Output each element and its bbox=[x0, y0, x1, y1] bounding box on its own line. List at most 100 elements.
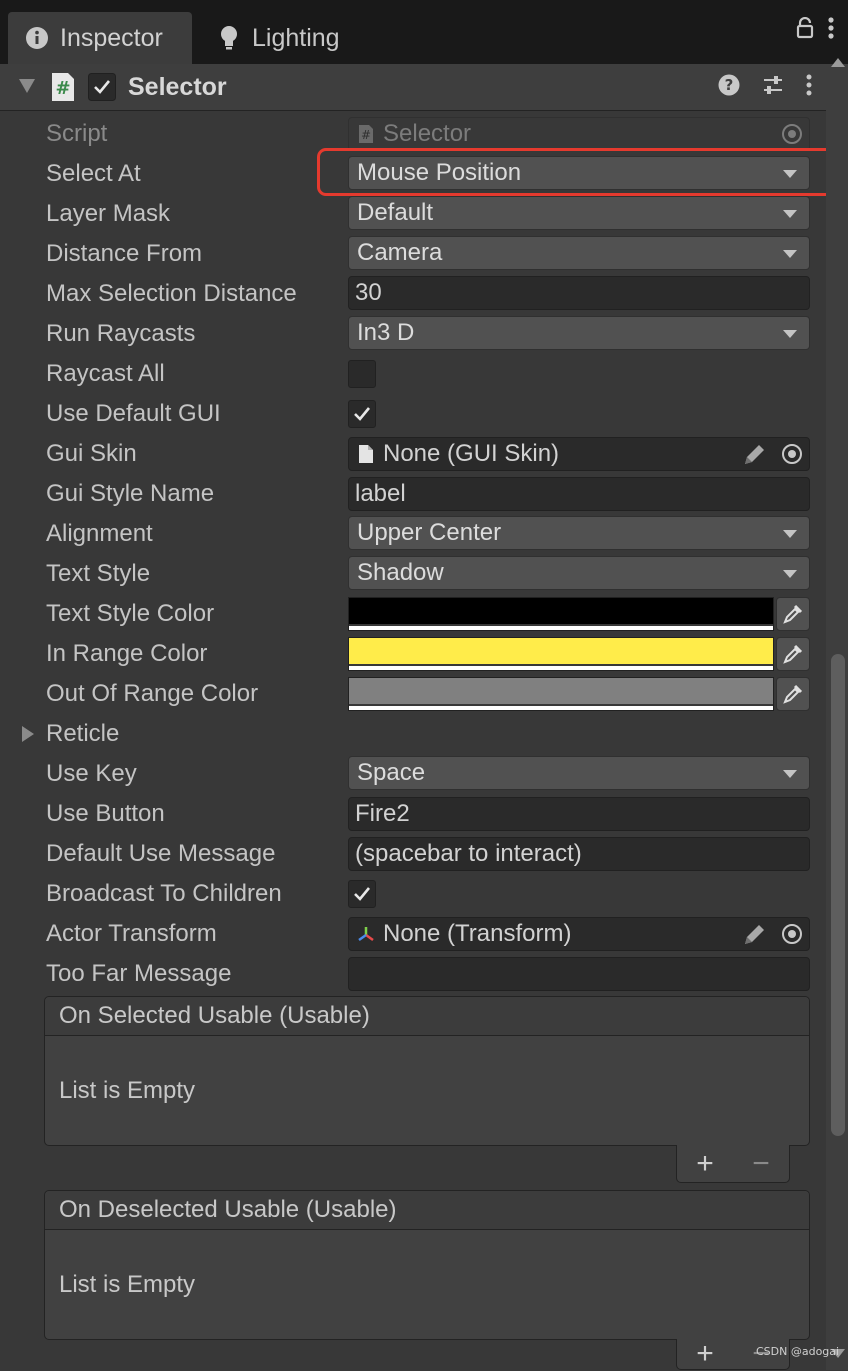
alignment-label: Alignment bbox=[46, 520, 153, 547]
info-icon bbox=[24, 25, 50, 51]
dropdown-arrow-icon bbox=[783, 530, 797, 538]
actor-transform-value: None (Transform) bbox=[383, 920, 572, 947]
script-icon: # bbox=[355, 122, 377, 146]
too-far-message-input[interactable] bbox=[348, 957, 810, 991]
use-button-input[interactable]: Fire2 bbox=[348, 797, 810, 831]
dropdown-arrow-icon bbox=[783, 570, 797, 578]
event-empty-text: List is Empty bbox=[59, 1077, 196, 1104]
on-deselected-usable-event: On Deselected Usable (Usable) List is Em… bbox=[44, 1190, 810, 1340]
annotation-highlight-box bbox=[317, 148, 839, 196]
svg-text:#: # bbox=[361, 128, 371, 142]
color-swatch bbox=[349, 638, 773, 664]
in-range-color-field[interactable] bbox=[348, 637, 774, 671]
foldout-collapsed-icon[interactable] bbox=[22, 726, 34, 742]
component-title: Selector bbox=[128, 73, 227, 101]
distance-from-label: Distance From bbox=[46, 240, 203, 267]
run-raycasts-label: Run Raycasts bbox=[46, 320, 196, 347]
broadcast-to-children-checkbox[interactable] bbox=[348, 880, 376, 908]
component-menu-icon[interactable] bbox=[806, 74, 812, 101]
text-style-value: Shadow bbox=[357, 559, 444, 586]
color-swatch bbox=[349, 678, 773, 704]
eyedropper-icon bbox=[783, 644, 803, 664]
out-of-range-color-field[interactable] bbox=[348, 677, 774, 711]
eyedropper-button[interactable] bbox=[776, 637, 810, 671]
tab-lighting[interactable]: Lighting bbox=[200, 12, 360, 64]
layer-mask-dropdown[interactable]: Default bbox=[348, 196, 810, 230]
alignment-dropdown[interactable]: Upper Center bbox=[348, 516, 810, 550]
alpha-bar bbox=[349, 666, 773, 670]
tab-inspector-label: Inspector bbox=[60, 23, 163, 52]
use-default-gui-label: Use Default GUI bbox=[46, 400, 221, 427]
too-far-message-label: Too Far Message bbox=[46, 960, 232, 987]
svg-text:#: # bbox=[55, 78, 70, 99]
use-key-value: Space bbox=[357, 759, 426, 786]
add-button[interactable]: + bbox=[696, 1147, 714, 1181]
max-selection-distance-input[interactable]: 30 bbox=[348, 276, 810, 310]
use-key-dropdown[interactable]: Space bbox=[348, 756, 810, 790]
tab-bar: Inspector Lighting bbox=[0, 0, 848, 64]
actor-transform-field[interactable]: None (Transform) bbox=[348, 917, 810, 951]
use-key-label: Use Key bbox=[46, 760, 137, 787]
alpha-bar bbox=[349, 706, 773, 710]
script-field: # Selector bbox=[348, 117, 810, 151]
text-style-dropdown[interactable]: Shadow bbox=[348, 556, 810, 590]
gui-skin-label: Gui Skin bbox=[46, 440, 137, 467]
in-range-color-label: In Range Color bbox=[46, 640, 208, 667]
pencil-icon[interactable] bbox=[741, 922, 767, 955]
raycast-all-label: Raycast All bbox=[46, 360, 165, 387]
broadcast-to-children-label: Broadcast To Children bbox=[46, 880, 282, 907]
on-selected-usable-event: On Selected Usable (Usable) List is Empt… bbox=[44, 996, 810, 1146]
select-at-label: Select At bbox=[46, 160, 141, 187]
text-style-label: Text Style bbox=[46, 560, 151, 587]
pencil-icon[interactable] bbox=[741, 442, 767, 475]
script-hash-icon: # bbox=[50, 72, 76, 107]
alignment-value: Upper Center bbox=[357, 519, 502, 546]
run-raycasts-dropdown[interactable]: In3 D bbox=[348, 316, 810, 350]
tab-lighting-label: Lighting bbox=[252, 23, 340, 52]
raycast-all-checkbox[interactable] bbox=[348, 360, 376, 388]
text-style-color-label: Text Style Color bbox=[46, 600, 215, 627]
dropdown-arrow-icon bbox=[783, 250, 797, 258]
watermark: CSDN @adogai bbox=[756, 1345, 840, 1358]
dropdown-arrow-icon bbox=[783, 770, 797, 778]
text-style-color-field[interactable] bbox=[348, 597, 774, 631]
reticle-foldout[interactable]: Reticle bbox=[46, 720, 119, 748]
scrollbar-thumb[interactable] bbox=[831, 654, 845, 1136]
layer-mask-label: Layer Mask bbox=[46, 200, 171, 227]
event-header: On Selected Usable (Usable) bbox=[45, 997, 809, 1036]
script-value: Selector bbox=[383, 120, 472, 147]
checkmark-icon bbox=[354, 887, 371, 901]
distance-from-value: Camera bbox=[357, 239, 443, 266]
transform-icon bbox=[355, 922, 377, 946]
more-options-icon[interactable] bbox=[828, 16, 834, 45]
gui-skin-field[interactable]: None (GUI Skin) bbox=[348, 437, 810, 471]
svg-text:?: ? bbox=[725, 76, 734, 94]
eyedropper-icon bbox=[783, 684, 803, 704]
event-list-buttons: + − bbox=[676, 1145, 790, 1183]
add-button[interactable]: + bbox=[696, 1337, 714, 1371]
eyedropper-button[interactable] bbox=[776, 597, 810, 631]
default-use-message-input[interactable]: (spacebar to interact) bbox=[348, 837, 810, 871]
alpha-bar bbox=[349, 626, 773, 630]
use-default-gui-checkbox[interactable] bbox=[348, 400, 376, 428]
component-header[interactable]: # Selector ? bbox=[0, 64, 826, 111]
out-of-range-color-label: Out Of Range Color bbox=[46, 680, 259, 707]
gui-skin-value: None (GUI Skin) bbox=[383, 440, 560, 467]
file-icon bbox=[355, 442, 377, 466]
gui-style-name-input[interactable]: label bbox=[348, 477, 810, 511]
tab-inspector[interactable]: Inspector bbox=[8, 12, 192, 64]
preset-settings-icon[interactable] bbox=[762, 74, 784, 101]
object-picker-icon[interactable] bbox=[781, 923, 803, 952]
checkmark-icon bbox=[354, 407, 371, 421]
layer-mask-value: Default bbox=[357, 199, 434, 226]
scroll-up-arrow-icon[interactable] bbox=[831, 58, 845, 67]
tab-bar-controls bbox=[796, 16, 834, 45]
eyedropper-button[interactable] bbox=[776, 677, 810, 711]
remove-button[interactable]: − bbox=[752, 1147, 770, 1181]
help-icon[interactable]: ? bbox=[718, 74, 740, 101]
object-picker-icon[interactable] bbox=[781, 443, 803, 472]
foldout-expanded-icon[interactable] bbox=[18, 78, 36, 99]
lock-icon[interactable] bbox=[796, 16, 814, 44]
component-enabled-checkbox[interactable] bbox=[88, 73, 116, 106]
distance-from-dropdown[interactable]: Camera bbox=[348, 236, 810, 270]
